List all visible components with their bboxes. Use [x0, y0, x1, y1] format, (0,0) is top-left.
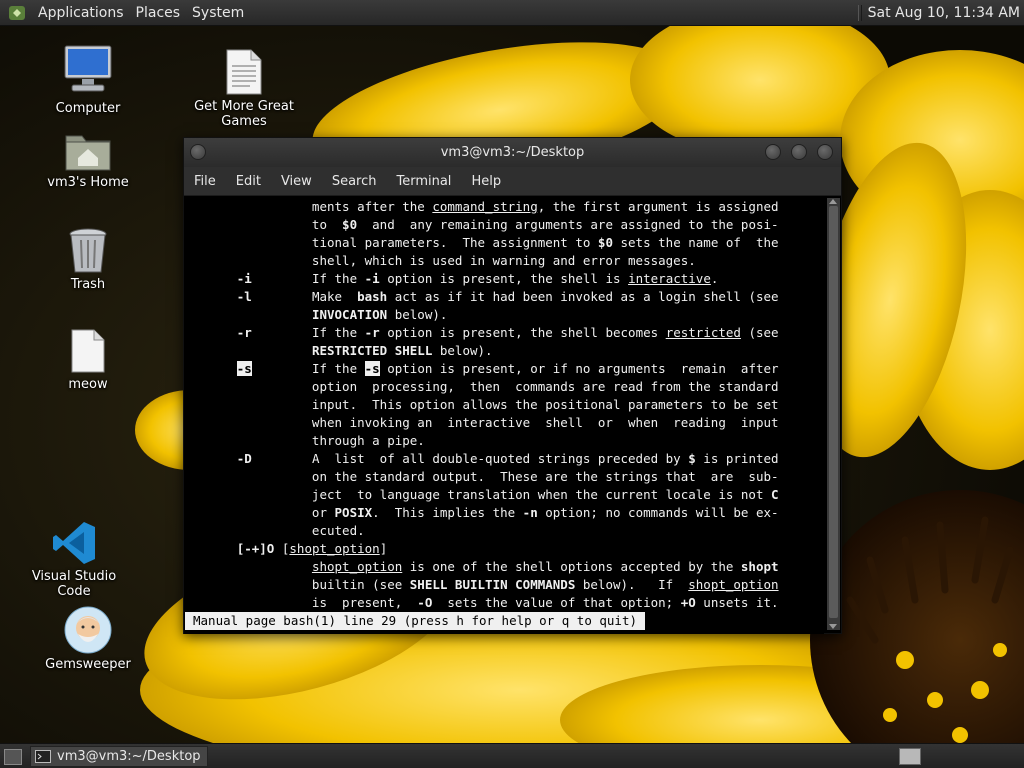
desktop-icon-label: Trash [70, 277, 106, 292]
show-desktop-icon[interactable] [4, 748, 22, 765]
desktop-icon-label: vm3's Home [47, 175, 129, 190]
man-line: RESTRICTED SHELL below). [311, 343, 493, 358]
man-line: INVOCATION below). [311, 307, 448, 322]
man-line: -i If the -i option is present, the shel… [236, 271, 719, 286]
man-line: ecuted. [184, 523, 365, 538]
man-line: -D A list of all double-quoted strings p… [236, 451, 779, 466]
desktop-icon-games[interactable]: Get More Great Games [188, 48, 300, 129]
terminal-content[interactable]: ments after the command_string, the firs… [184, 196, 824, 634]
desktop-icon-computer[interactable]: Computer [33, 44, 143, 116]
desktop-icon-trash[interactable]: Trash [33, 226, 143, 292]
window-menu-icon[interactable] [190, 144, 206, 160]
desktop-icon-home[interactable]: vm3's Home [33, 128, 143, 190]
top-panel: Applications Places System Sat Aug 10, 1… [0, 0, 1024, 26]
menu-search[interactable]: Search [322, 174, 387, 189]
applications-menu[interactable]: Applications [32, 5, 130, 21]
man-line: or POSIX. This implies the -n option; no… [184, 505, 779, 520]
man-line: on the standard output. These are the st… [184, 469, 779, 484]
taskbar-window-label: vm3@vm3:~/Desktop [57, 749, 201, 764]
desktop-icon-label: Computer [55, 101, 121, 116]
man-line: -s If the -s option is present, or if no… [236, 361, 779, 376]
trash-icon [69, 228, 107, 273]
terminal-titlebar[interactable]: vm3@vm3:~/Desktop [184, 138, 841, 167]
man-line: builtin (see SHELL BUILTIN COMMANDS belo… [184, 577, 779, 592]
desktop-icon-label: meow [68, 377, 108, 392]
man-line: shell, which is used in warning and erro… [184, 253, 696, 268]
man-line: ments after the command_string, the firs… [184, 199, 779, 214]
taskbar-terminal-button[interactable]: vm3@vm3:~/Desktop [30, 746, 208, 767]
desktop-icon-gemsweeper[interactable]: Gemsweeper [33, 606, 143, 672]
man-line: through a pipe. [184, 433, 425, 448]
desktop-icon-label: Gemsweeper [45, 657, 131, 672]
close-icon[interactable] [817, 144, 833, 160]
desktop-icon-vscode[interactable]: Visual Studio Code [19, 520, 129, 599]
system-menu[interactable]: System [186, 5, 250, 21]
terminal-title: vm3@vm3:~/Desktop [440, 145, 585, 160]
menu-edit[interactable]: Edit [226, 174, 271, 189]
man-line: when invoking an interactive shell or wh… [184, 415, 779, 430]
maximize-icon[interactable] [791, 144, 807, 160]
scrollbar-thumb[interactable] [829, 206, 838, 618]
places-menu[interactable]: Places [130, 5, 187, 21]
menu-help[interactable]: Help [461, 174, 511, 189]
document-icon [226, 49, 262, 95]
panel-clock[interactable]: Sat Aug 10, 11:34 AM [868, 5, 1020, 21]
computer-icon [64, 45, 112, 92]
pager-status-line: Manual page bash(1) line 29 (press h for… [185, 612, 646, 630]
home-folder-icon [65, 135, 111, 171]
desktop-icon-label: Visual Studio Code [31, 569, 117, 599]
bottom-panel: vm3@vm3:~/Desktop [0, 743, 1024, 768]
man-line: shopt_option is one of the shell options… [311, 559, 779, 574]
man-line: ject to language translation when the cu… [184, 487, 779, 502]
workspace-switcher[interactable] [899, 748, 921, 765]
menu-terminal[interactable]: Terminal [386, 174, 461, 189]
distro-logo-icon[interactable] [8, 4, 26, 22]
scroll-down-icon[interactable] [829, 624, 837, 629]
man-line: input. This option allows the positional… [184, 397, 779, 412]
terminal-menubar: File Edit View Search Terminal Help [184, 167, 841, 196]
man-line: to $0 and any remaining arguments are as… [184, 217, 779, 232]
terminal-scrollbar[interactable] [827, 198, 840, 630]
menu-view[interactable]: View [271, 174, 322, 189]
vscode-icon [53, 522, 95, 564]
man-line: -l Make bash act as if it had been invok… [236, 289, 779, 304]
desktop-icon-label: Get More Great Games [194, 99, 294, 129]
minimize-icon[interactable] [765, 144, 781, 160]
terminal-window[interactable]: vm3@vm3:~/Desktop File Edit View Search … [183, 137, 842, 634]
text-file-icon [71, 329, 105, 373]
terminal-icon [35, 750, 51, 763]
man-line: -r If the -r option is present, the shel… [236, 325, 779, 340]
menu-file[interactable]: File [184, 174, 226, 189]
scroll-up-icon[interactable] [829, 199, 837, 204]
desktop-icon-meow[interactable]: meow [33, 328, 143, 392]
gemsweeper-icon [64, 606, 112, 654]
man-line: tional parameters. The assignment to $0 … [184, 235, 779, 250]
panel-separator [857, 4, 862, 21]
man-line: option processing, then commands are rea… [184, 379, 779, 394]
man-line: [-+]O [shopt_option] [236, 541, 388, 556]
man-line: is present, -O sets the value of that op… [184, 595, 779, 610]
